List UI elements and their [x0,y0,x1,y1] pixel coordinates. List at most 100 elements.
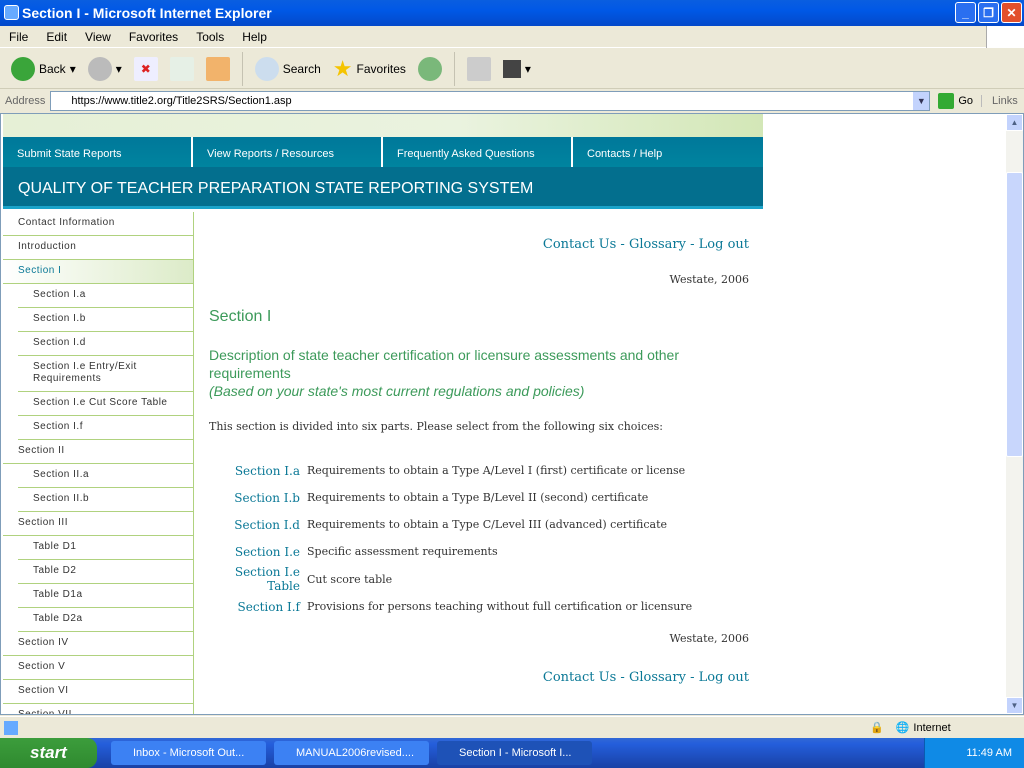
contact-us-link[interactable]: Contact Us [543,237,616,252]
part-description: Requirements to obtain a Type A/Level I … [307,464,686,477]
part-link[interactable]: Section I.d [209,511,307,538]
address-input[interactable]: https://www.title2.org/Title2SRS/Section… [50,91,931,111]
state-year: Westate, 2006 [669,273,749,286]
part-link[interactable]: Section I.a [209,457,307,484]
menu-favorites[interactable]: Favorites [120,30,187,44]
part-link[interactable]: Section I.f [209,593,307,620]
sidebar-item[interactable]: Section I.f [18,416,193,440]
site-title: QUALITY OF TEACHER PREPARATION STATE REP… [3,167,763,209]
menu-tools[interactable]: Tools [187,30,233,44]
favorites-label: Favorites [356,61,406,76]
sidebar-item[interactable]: Section I.a [18,284,193,308]
menu-edit[interactable]: Edit [37,30,76,44]
chevron-down-icon[interactable]: ▼ [913,92,930,110]
sidebar-item[interactable]: Section II [3,440,193,464]
sidebar-item[interactable]: Section I [3,260,193,284]
favorites-button[interactable]: ★ Favorites [330,54,409,84]
glossary-link[interactable]: Glossary [629,670,686,685]
task-ie[interactable]: Section I - Microsoft I... [437,741,592,765]
link-separator: - [616,237,629,252]
part-row: Section I.e Specific assessment requireme… [209,538,692,565]
part-row: Section I.b Requirements to obtain a Type… [209,484,692,511]
links-button[interactable]: Links [981,95,1018,107]
nav-submit-state-reports[interactable]: Submit State Reports [3,137,193,167]
sidebar-item[interactable]: Section II.b [18,488,193,512]
top-links: Contact Us - Glossary - Log out [209,237,749,252]
edit-button[interactable]: ▾ [500,58,534,80]
page-icon [4,720,18,735]
start-button[interactable]: start [0,738,97,768]
nav-faq[interactable]: Frequently Asked Questions [383,137,573,167]
header-decoration [3,114,763,137]
go-button[interactable]: Go [930,93,981,109]
clock: 11:49 AM [966,747,1012,759]
minimize-button[interactable]: _ [955,2,976,23]
maximize-button[interactable]: ❐ [978,2,999,23]
logout-link[interactable]: Log out [699,237,749,252]
part-description: Provisions for persons teaching without … [307,600,693,613]
part-row: Section I.a Requirements to obtain a Type… [209,457,692,484]
sidebar-item[interactable]: Section I.b [18,308,193,332]
part-link[interactable]: Section I.e [209,538,307,565]
sidebar-item[interactable]: Table D2a [18,608,193,632]
vertical-scrollbar[interactable]: ▲ ▼ [1006,114,1023,714]
sidebar-item[interactable]: Introduction [3,236,193,260]
sidebar-item[interactable]: Table D1a [18,584,193,608]
menu-file[interactable]: File [0,30,37,44]
nav-contacts-help[interactable]: Contacts / Help [573,137,763,167]
forward-arrow-icon [87,56,112,81]
contact-us-link[interactable]: Contact Us [543,670,616,685]
printer-icon [466,56,491,81]
sidebar-item[interactable]: Section II.a [18,464,193,488]
section-description: Description of state teacher certificati… [209,346,749,400]
home-button[interactable] [203,55,233,83]
separator [453,51,455,86]
address-url: https://www.title2.org/Title2SRS/Section… [71,95,292,107]
stop-button[interactable]: ✖ [131,55,161,83]
page-title: Section I [209,308,272,325]
task-outlook[interactable]: Inbox - Microsoft Out... [111,741,266,765]
sidebar-item[interactable]: Section VII [3,704,193,714]
address-label: Address [5,95,46,107]
menu-help[interactable]: Help [233,30,276,44]
logout-link[interactable]: Log out [699,670,749,685]
sidebar-item[interactable]: Section I.e Cut Score Table [18,392,193,416]
search-icon [254,56,279,81]
search-label: Search [282,61,321,76]
sidebar-item[interactable]: Contact Information [3,212,193,236]
scroll-down-icon[interactable]: ▼ [1006,697,1023,714]
title-bar: Section I - Microsoft Internet Explorer … [0,0,1024,26]
separator [241,51,243,86]
security-zone: 🔒 🌐 Internet [870,721,951,735]
glossary-link[interactable]: Glossary [629,237,686,252]
scroll-up-icon[interactable]: ▲ [1006,114,1023,131]
search-button[interactable]: Search [252,55,324,83]
sidebar-item[interactable]: Section VI [3,680,193,704]
word-icon [502,59,521,78]
ie-icon [4,5,19,20]
sidebar-item[interactable]: Section IV [3,632,193,656]
history-button[interactable] [415,55,445,83]
close-button[interactable]: ✕ [1001,2,1022,23]
sidebar-item[interactable]: Table D1 [18,536,193,560]
go-label: Go [958,95,974,107]
print-button[interactable] [464,55,494,83]
part-description: Specific assessment requirements [307,545,498,558]
back-button[interactable]: Back ▾ [8,55,79,83]
refresh-button[interactable] [167,55,197,83]
sidebar-item[interactable]: Section III [3,512,193,536]
sidebar-item[interactable]: Table D2 [18,560,193,584]
part-link[interactable]: Section I.b [209,484,307,511]
sidebar-item[interactable]: Section I.d [18,332,193,356]
link-separator: - [685,670,699,685]
part-link[interactable]: Section I.e Table [209,565,307,593]
menu-view[interactable]: View [76,30,120,44]
browser-viewport: Submit State Reports View Reports / Reso… [0,113,1024,715]
scroll-thumb[interactable] [1006,172,1023,457]
forward-button[interactable]: ▾ [85,55,125,83]
nav-view-reports[interactable]: View Reports / Resources [193,137,383,167]
windows-logo [986,26,1024,48]
sidebar-item[interactable]: Section I.e Entry/Exit Requirements [18,356,193,392]
task-word[interactable]: MANUAL2006revised.... [274,741,429,765]
sidebar-item[interactable]: Section V [3,656,193,680]
